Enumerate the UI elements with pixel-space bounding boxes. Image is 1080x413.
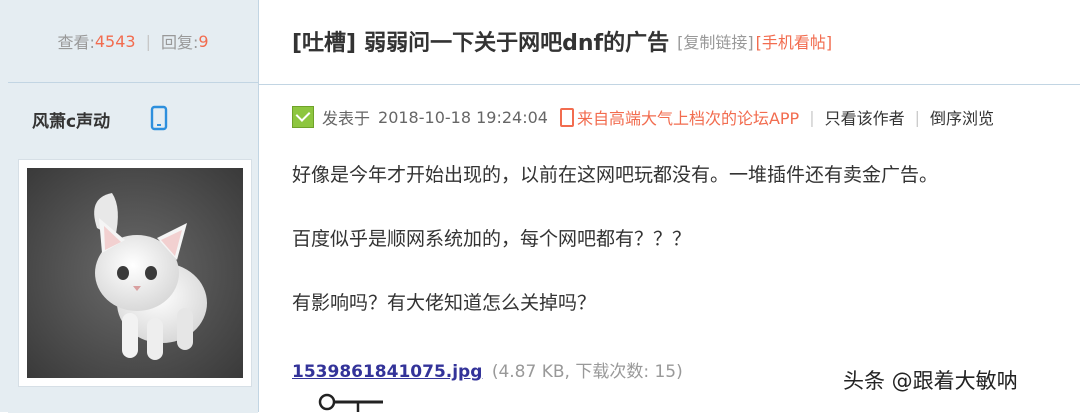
attachment-link[interactable]: 1539861841075.jpg — [292, 362, 482, 382]
thread-category-tag[interactable]: [吐槽] — [292, 25, 356, 57]
views-count: 4543 — [94, 31, 136, 51]
post-meta: 发表于 2018-10-18 19:24:04 来自高端大气上档次的论坛APP … — [292, 103, 994, 131]
attachment-meta: (4.87 KB, 下载次数: 15) — [491, 362, 683, 382]
avatar-image — [27, 168, 243, 378]
replies-label: 回复: — [160, 33, 199, 52]
replies-count: 9 — [198, 31, 209, 51]
author-sidebar: 查看: 4543 | 回复: 9 风萧c声动 — [0, 0, 259, 413]
author-panel: 风萧c声动 — [8, 82, 258, 413]
post-area: [吐槽] 弱弱问一下关于网吧dnf的广告 [复制链接] [手机看帖] 发表于 2… — [259, 0, 1080, 412]
attachment-thumbnail[interactable] — [313, 392, 385, 412]
author-name[interactable]: 风萧c声动 — [32, 107, 110, 132]
copy-link-button[interactable]: [复制链接] — [677, 29, 754, 53]
post-content: 好像是今年才开始出现的，以前在这网吧玩都没有。一堆插件还有卖金广告。 百度似乎是… — [292, 158, 938, 350]
content-line: 好像是今年才开始出现的，以前在这网吧玩都没有。一堆插件还有卖金广告。 — [292, 164, 939, 186]
watermark: 头条 @跟着大敏呐 — [843, 369, 1018, 393]
post-source[interactable]: 来自高端大气上档次的论坛APP — [559, 105, 800, 129]
attachment: 1539861841075.jpg (4.87 KB, 下载次数: 15) — [292, 357, 683, 382]
thread-title: 弱弱问一下关于网吧dnf的广告 — [364, 31, 670, 56]
content-line: 有影响吗？有大佬知道怎么关掉吗？ — [292, 292, 597, 314]
thread-stats: 查看: 4543 | 回复: 9 — [8, 0, 258, 82]
only-author-link[interactable]: 只看该作者 — [825, 105, 905, 129]
mobile-view-link[interactable]: [手机看帖] — [756, 29, 833, 53]
phone-icon — [146, 105, 172, 131]
meta-separator: | — [914, 107, 920, 127]
meta-separator: | — [809, 107, 815, 127]
header-divider — [259, 84, 1080, 85]
posted-prefix: 发表于 — [322, 109, 371, 128]
mobile-icon — [559, 107, 574, 127]
poster-online-icon — [292, 106, 314, 128]
post-date: 2018-10-18 19:24:04 — [378, 107, 548, 127]
views-label: 查看: — [57, 33, 95, 52]
thread-title-row: [吐槽] 弱弱问一下关于网吧dnf的广告 [复制链接] [手机看帖] — [259, 0, 1080, 82]
avatar[interactable] — [18, 159, 252, 387]
reverse-order-link[interactable]: 倒序浏览 — [930, 105, 994, 129]
content-line: 百度似乎是顺网系统加的，每个网吧都有？？？ — [292, 228, 692, 250]
stats-separator: | — [145, 31, 151, 51]
post-source-text: 来自高端大气上档次的论坛APP — [576, 109, 800, 128]
